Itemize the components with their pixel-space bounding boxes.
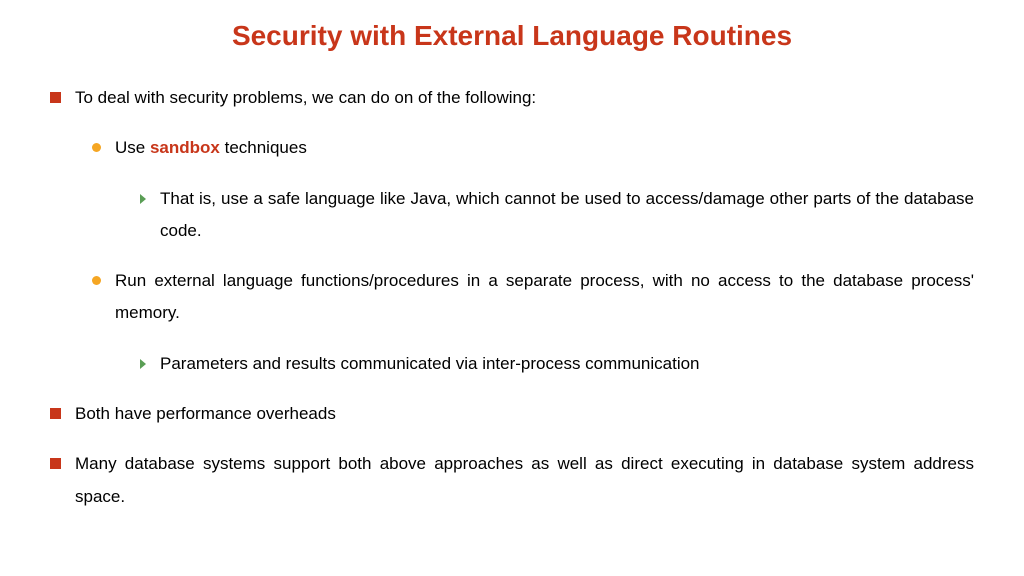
arrow-icon: [140, 359, 146, 369]
slide-title: Security with External Language Routines: [50, 20, 974, 52]
bullet-level1: Many database systems support both above…: [50, 448, 974, 513]
bullet-level1: To deal with security problems, we can d…: [50, 82, 974, 114]
bullet-text: Parameters and results communicated via …: [160, 348, 974, 380]
circle-icon: [92, 276, 101, 285]
arrow-icon: [140, 194, 146, 204]
square-icon: [50, 408, 61, 419]
bullet-text: Run external language functions/procedur…: [115, 265, 974, 330]
bullet-text: Many database systems support both above…: [75, 448, 974, 513]
square-icon: [50, 92, 61, 103]
bullet-level3: Parameters and results communicated via …: [138, 348, 974, 380]
square-icon: [50, 458, 61, 469]
bullet-level3: That is, use a safe language like Java, …: [138, 183, 974, 248]
text-segment: techniques: [220, 138, 307, 157]
text-segment: Use: [115, 138, 150, 157]
bullet-text: Both have performance overheads: [75, 398, 974, 430]
bullet-text: That is, use a safe language like Java, …: [160, 183, 974, 248]
bullet-level1: Both have performance overheads: [50, 398, 974, 430]
text-bold: sandbox: [150, 138, 220, 157]
bullet-level2: Use sandbox techniques: [92, 132, 974, 164]
circle-icon: [92, 143, 101, 152]
bullet-text: To deal with security problems, we can d…: [75, 82, 974, 114]
bullet-level2: Run external language functions/procedur…: [92, 265, 974, 330]
bullet-text: Use sandbox techniques: [115, 132, 974, 164]
